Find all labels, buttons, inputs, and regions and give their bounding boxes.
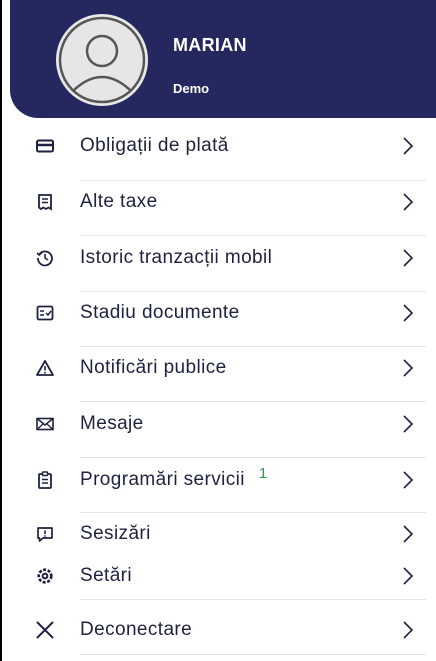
menu-item-sesizari[interactable]: Sesizări — [0, 514, 436, 554]
chevron-right-icon — [402, 136, 418, 156]
gear-icon — [34, 565, 56, 587]
chevron-right-icon — [402, 566, 418, 586]
menu-item-programari[interactable]: Programări servicii 1 — [0, 460, 436, 500]
menu-item-label: Alte taxe — [80, 191, 158, 212]
menu-item-label: Istoric tranzacții mobil — [80, 247, 273, 268]
menu-item-label: Sesizări — [80, 523, 151, 544]
menu-item-label: Deconectare — [80, 619, 193, 640]
divider — [80, 654, 426, 655]
chevron-right-icon — [402, 192, 418, 212]
menu-item-label-text: Programări servicii — [80, 469, 245, 490]
card-icon — [34, 135, 56, 157]
divider — [80, 235, 426, 236]
count-badge: 1 — [258, 465, 268, 482]
close-icon — [34, 619, 56, 641]
divider — [80, 401, 426, 402]
report-icon — [34, 523, 56, 545]
menu-item-label: Obligații de plată — [80, 135, 229, 156]
clipboard-icon — [34, 469, 56, 491]
menu-item-notificari[interactable]: Notificări publice — [0, 348, 436, 388]
user-name: MARIAN — [173, 35, 247, 55]
menu-item-stadiu[interactable]: Stadiu documente — [0, 293, 436, 333]
divider — [80, 180, 426, 181]
divider — [80, 457, 426, 458]
divider — [80, 291, 426, 292]
chevron-right-icon — [402, 620, 418, 640]
receipt-icon — [34, 191, 56, 213]
document-status-icon — [34, 302, 56, 324]
chevron-right-icon — [402, 524, 418, 544]
menu-item-deconectare[interactable]: Deconectare — [0, 610, 436, 650]
chevron-right-icon — [402, 470, 418, 490]
menu-item-alte-taxe[interactable]: Alte taxe — [0, 182, 436, 222]
menu-item-label: Setări — [80, 565, 133, 586]
chevron-right-icon — [402, 248, 418, 268]
divider — [80, 599, 426, 600]
avatar[interactable] — [56, 14, 148, 106]
menu-item-label: Mesaje — [80, 413, 144, 434]
menu-item-istoric[interactable]: Istoric tranzacții mobil — [0, 238, 436, 278]
user-avatar-icon — [58, 16, 146, 104]
menu-item-obligatii[interactable]: Obligații de plată — [0, 126, 436, 166]
menu-item-label: Stadiu documente — [80, 302, 240, 323]
menu-item-setari[interactable]: Setări — [0, 556, 436, 596]
user-subtitle: Demo — [173, 81, 210, 96]
menu-item-label: Programări servicii 1 — [80, 465, 268, 491]
chevron-right-icon — [402, 303, 418, 323]
divider — [80, 512, 426, 513]
chevron-right-icon — [402, 358, 418, 378]
menu-item-mesaje[interactable]: Mesaje — [0, 404, 436, 444]
profile-header: MARIAN Demo — [10, 0, 436, 118]
chevron-right-icon — [402, 414, 418, 434]
mail-icon — [34, 413, 56, 435]
history-icon — [34, 247, 56, 269]
menu-item-label: Notificări publice — [80, 357, 227, 378]
divider — [80, 346, 426, 347]
warning-icon — [34, 357, 56, 379]
